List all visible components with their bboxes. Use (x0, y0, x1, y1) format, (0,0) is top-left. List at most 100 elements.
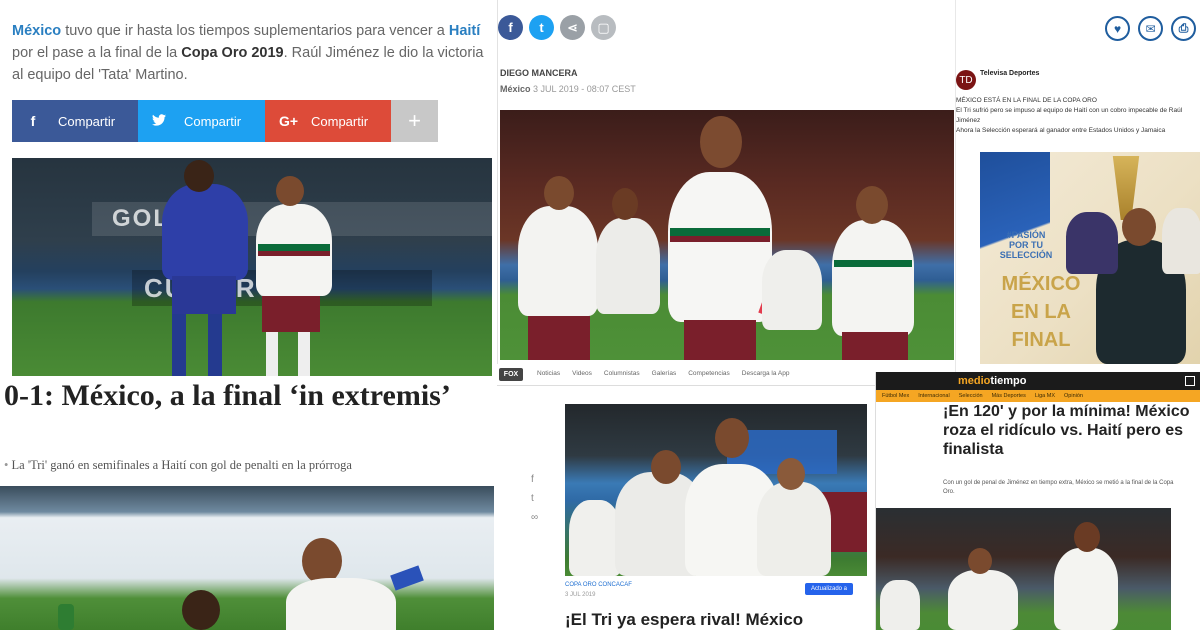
haiti-player-shorts (172, 276, 236, 314)
mail-icon[interactable]: ✉ (1138, 16, 1163, 41)
article-lead: México tuvo que ir hasta los tiempos sup… (12, 20, 490, 86)
article-dateline: México 3 JUL 2019 - 08:07 CEST (500, 84, 636, 94)
haiti-player-leg (172, 314, 186, 376)
lead-link-mexico[interactable]: México (12, 23, 61, 39)
mediotiempo-logo[interactable]: mediotiempo (958, 375, 1026, 387)
match-photo-haiti-mexico: GOLDCUP CUP ORO (12, 158, 492, 376)
mexico-player-jersey (286, 578, 396, 630)
share-facebook-button[interactable]: f Compartir (12, 100, 138, 142)
article-date: 3 JUL 2019 - 08:07 CEST (533, 84, 636, 94)
mexico-player-jersey (757, 482, 831, 576)
social-share-row: f t ⋖ ▢ (498, 15, 616, 40)
comment-icon[interactable]: ▢ (591, 15, 616, 40)
mexico-player-head (777, 458, 805, 490)
mexico-player-jersey-9 (668, 172, 772, 322)
twitter-icon[interactable]: t (531, 493, 538, 504)
mexico-player-sock (266, 332, 278, 376)
mediotiempo-summary: Con un gol de penal de Jiménez en tiempo… (943, 480, 1174, 495)
share-facebook-label: Compartir (58, 113, 116, 129)
haiti-player-jersey (162, 184, 248, 280)
captain-armband (390, 565, 424, 591)
fox-nav-items: Noticias Videos Columnistas Galerías Com… (537, 370, 790, 377)
tweet-avatar[interactable]: TD (956, 70, 976, 90)
mt-menu-item[interactable]: Más Deportes (992, 393, 1026, 399)
match-photo-mexico-dribble (0, 486, 494, 630)
mt-menu-item[interactable]: Fútbol Mex (882, 393, 909, 399)
mt-menu-item[interactable]: Liga MX (1035, 393, 1055, 399)
mediotiempo-menu: Fútbol Mex Internacional Selección Más D… (876, 390, 1200, 402)
center-article-panel: f t ⋖ ▢ DIEGO MANCERA México 3 JUL 2019 … (497, 0, 955, 380)
tweet-text: MÉXICO ESTÁ EN LA FINAL DE LA COPA ORO E… (956, 96, 1186, 136)
lead-strong-copa-oro: Copa Oro 2019 (181, 45, 284, 61)
heart-icon[interactable]: ♥ (1105, 16, 1130, 41)
nav-item[interactable]: Galerías (652, 370, 677, 377)
google-plus-icon: G+ (279, 113, 299, 129)
tweet-account-name[interactable]: Televisa Deportes (980, 70, 1039, 77)
side-share-icons: f t ∞ (531, 474, 538, 523)
print-icon[interactable]: ⎙ (1171, 16, 1196, 41)
mexico-player-shorts (684, 320, 756, 360)
nav-item[interactable]: Noticias (537, 370, 560, 377)
lead-text-2: por el pase a la final de la (12, 45, 182, 61)
card-category[interactable]: COPA ORO CONCACAF (565, 582, 632, 588)
share-google-label: Compartir (311, 113, 369, 129)
logo-part-tiempo: tiempo (990, 375, 1027, 387)
fox-logo[interactable]: FOX (499, 368, 523, 381)
mexico-player-head (612, 188, 638, 220)
tweet-line: MÉXICO ESTÁ EN LA FINAL DE LA COPA ORO (956, 97, 1097, 104)
nav-item[interactable]: Competencias (688, 370, 730, 377)
tweet-panel: ♥ ✉ ⎙ TD Televisa Deportes MÉXICO ESTÁ E… (955, 0, 1200, 372)
player-boot (58, 604, 74, 630)
mexico-player-jersey (518, 206, 598, 316)
mediotiempo-header: mediotiempo (876, 372, 1200, 390)
jersey-stripe (258, 244, 330, 251)
share-twitter-label: Compartir (184, 113, 242, 129)
mexico-player-head (968, 548, 992, 574)
share-bar: f Compartir Compartir G+ Compartir + (12, 100, 438, 142)
headline-0-1-mexico[interactable]: 0-1: México, a la final ‘in extremis’ (4, 378, 494, 414)
mt-menu-item[interactable]: Selección (959, 393, 983, 399)
headline-en-120[interactable]: ¡En 120' y por la mínima! México roza el… (943, 402, 1193, 459)
mexico-player-head (700, 116, 742, 168)
menu-icon[interactable] (1185, 376, 1195, 386)
player-jersey (1162, 208, 1200, 274)
share-twitter-button[interactable]: Compartir (138, 100, 265, 142)
twitter-icon (152, 113, 166, 129)
player-jersey (1066, 212, 1118, 274)
article-section[interactable]: México (500, 84, 531, 94)
mt-menu-item[interactable]: Opinión (1064, 393, 1083, 399)
nav-item[interactable]: Columnistas (604, 370, 640, 377)
nav-item[interactable]: Videos (572, 370, 592, 377)
lead-link-haiti[interactable]: Haití (449, 23, 480, 39)
poster-title-text: MÉXICO EN LA FINAL (1001, 273, 1081, 351)
haiti-player-head (184, 160, 214, 192)
jersey-stripe (670, 236, 770, 242)
twitter-share-icon[interactable]: t (529, 15, 554, 40)
mexico-player-jersey-22 (832, 220, 914, 336)
mexico-player-head (856, 186, 888, 224)
headline-el-tri-espera-rival[interactable]: ¡El Tri ya espera rival! México (565, 610, 875, 630)
mexico-en-la-final-poster[interactable]: #PASIÓN POR TU SELECCIÓN MÉXICO EN LA FI… (980, 152, 1200, 364)
mexico-player-jersey (569, 500, 621, 576)
fox-article-card: f t ∞ COPA ORO CONCACAF 3 JUL 2019 Actua… (497, 386, 875, 630)
share-more-button[interactable]: + (391, 100, 438, 142)
facebook-icon[interactable]: f (531, 474, 538, 485)
jersey-stripe (258, 251, 330, 256)
article-author[interactable]: DIEGO MANCERA (500, 68, 578, 78)
mexico-player-head (651, 450, 681, 484)
mexico-player-jersey (1054, 548, 1118, 630)
mexico-player-shorts (528, 316, 590, 360)
share-google-button[interactable]: G+ Compartir (265, 100, 391, 142)
jersey-stripe (834, 260, 912, 267)
share-icon[interactable]: ⋖ (560, 15, 585, 40)
mexico-player-jersey (762, 250, 822, 330)
nav-item[interactable]: Descarga la App (742, 370, 790, 377)
goalkeeper-head (1122, 208, 1156, 246)
mexico-player-jersey (880, 580, 920, 630)
mt-menu-item[interactable]: Internacional (918, 393, 950, 399)
link-icon[interactable]: ∞ (531, 512, 538, 523)
poster-hashtag: #PASIÓN POR TU SELECCIÓN (999, 230, 1053, 260)
mexico-player-head (276, 176, 304, 206)
facebook-share-icon[interactable]: f (498, 15, 523, 40)
tweet-line: Ahora la Selección esperará al ganador e… (956, 127, 1166, 134)
